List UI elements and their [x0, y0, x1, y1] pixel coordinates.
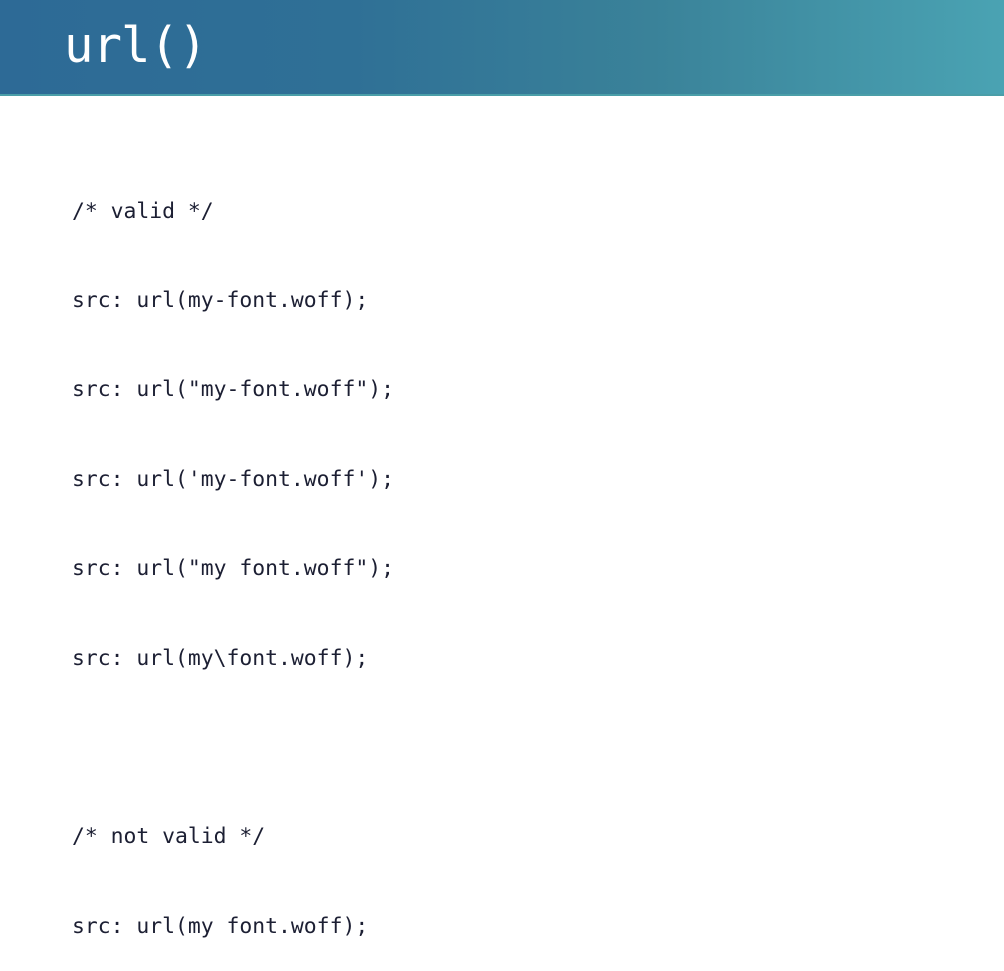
- slide-title: url(): [64, 17, 208, 74]
- code-line: src: url("my-font.woff");: [72, 377, 394, 403]
- code-line: src: url(my\font.woff);: [72, 645, 369, 671]
- code-comment-not-valid: /* not valid */: [72, 824, 266, 850]
- code-line: src: url(my-font.woff);: [72, 287, 369, 313]
- code-line: src: url(my font.woff);: [72, 913, 369, 939]
- code-comment-valid: /* valid */: [72, 198, 214, 224]
- slide-header: url(): [0, 0, 1004, 96]
- code-block: /* valid */ src: url(my-font.woff); src:…: [72, 137, 394, 971]
- code-line: src: url('my-font.woff');: [72, 466, 394, 492]
- code-line: src: url("my font.woff");: [72, 556, 394, 582]
